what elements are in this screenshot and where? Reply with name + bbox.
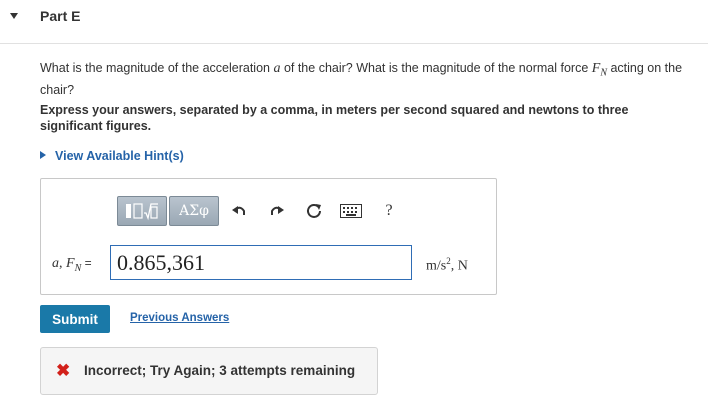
question-middle: of the chair? What is the magnitude of t… — [280, 61, 592, 75]
part-title: Part E — [40, 8, 81, 24]
var-F-sub: N — [600, 67, 607, 79]
instruction-text: Express your answers, separated by a com… — [40, 103, 629, 133]
answer-label: a, FN = — [52, 256, 92, 274]
units-base: m/s — [426, 258, 447, 274]
templates-button[interactable] — [117, 196, 167, 226]
greek-symbols-button[interactable]: ΑΣφ — [169, 196, 219, 226]
view-hints-link[interactable]: View Available Hint(s) — [40, 149, 184, 163]
answer-input[interactable] — [110, 245, 412, 280]
previous-answers-link[interactable]: Previous Answers — [130, 312, 229, 324]
label-eq: = — [81, 256, 92, 270]
templates-icon — [126, 203, 158, 221]
part-header[interactable]: Part E — [0, 0, 708, 44]
caret-right-icon — [40, 151, 46, 159]
label-F: F — [66, 256, 75, 271]
hints-label: View Available Hint(s) — [55, 149, 184, 163]
submit-button[interactable]: Submit — [40, 305, 110, 333]
question-prefix: What is the magnitude of the acceleratio… — [40, 61, 274, 75]
label-a: a — [52, 256, 59, 271]
undo-icon[interactable] — [229, 201, 249, 221]
feedback-text: Incorrect; Try Again; 3 attempts remaini… — [84, 363, 356, 378]
feedback-box: ✖ Incorrect; Try Again; 3 attempts remai… — [40, 347, 378, 395]
help-icon[interactable]: ? — [379, 201, 399, 221]
units-tail: , N — [450, 258, 468, 274]
caret-down-icon[interactable] — [10, 13, 18, 19]
label-sep: , — [59, 256, 66, 271]
question-text: What is the magnitude of the acceleratio… — [40, 60, 700, 98]
units-label: m/s2, N — [426, 256, 468, 275]
keyboard-icon[interactable] — [339, 201, 363, 221]
x-icon: ✖ — [56, 361, 71, 380]
redo-icon[interactable] — [267, 201, 287, 221]
reset-icon[interactable] — [304, 201, 324, 221]
